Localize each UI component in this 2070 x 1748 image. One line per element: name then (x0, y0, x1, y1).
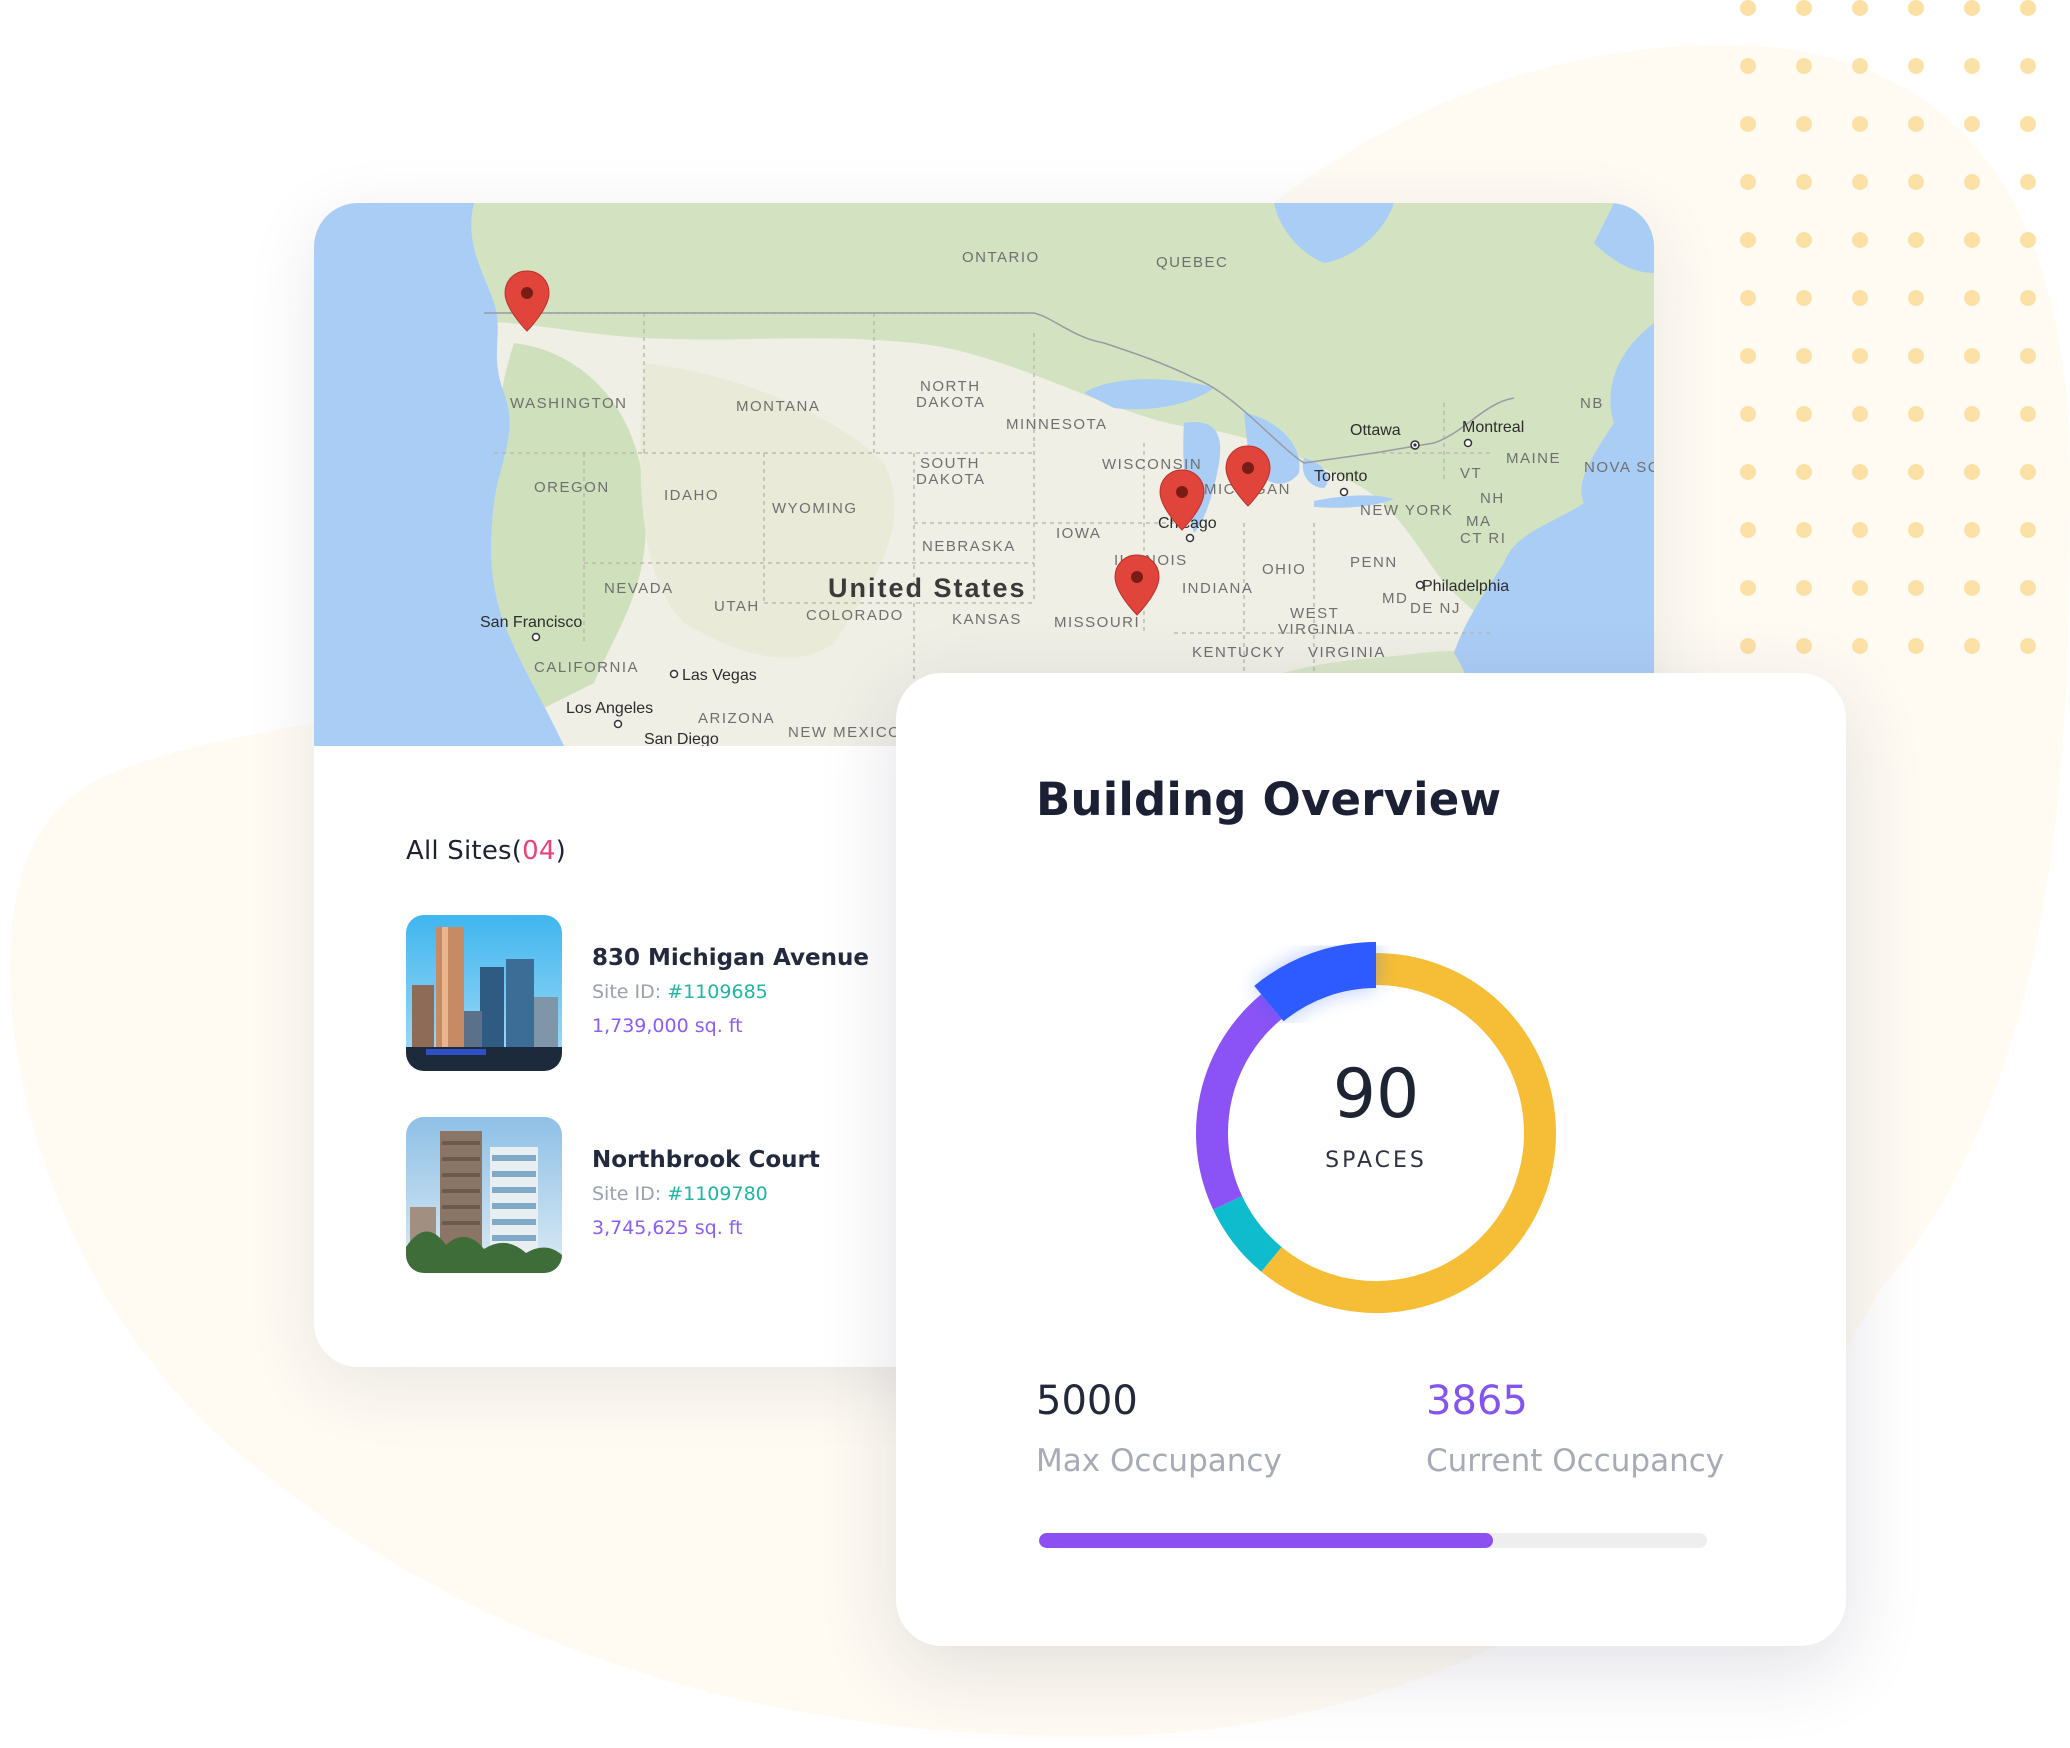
count-close-paren: ) (555, 836, 566, 866)
sites-count: 04 (522, 836, 556, 866)
map-label: WEST (1290, 605, 1339, 622)
occupancy-progress-bar (1039, 1533, 1707, 1548)
map-label: NB (1580, 395, 1604, 412)
map-city-label: San Diego (644, 731, 719, 746)
all-sites-label: All Sites (406, 836, 512, 866)
max-occupancy-value: 5000 (1036, 1378, 1138, 1424)
spaces-donut-chart: 90 SPACES (1166, 923, 1586, 1343)
map-label: DE NJ (1410, 600, 1461, 617)
map-label: IOWA (1056, 525, 1101, 542)
site-id-label: Site ID: (592, 981, 668, 1003)
current-occupancy-label: Current Occupancy (1426, 1443, 1725, 1479)
donut-center-value: 90 (1332, 1055, 1420, 1134)
map-label: VIRGINIA (1308, 644, 1386, 661)
map-label: MINNESOTA (1006, 416, 1108, 433)
site-id-value: #1109780 (667, 1183, 768, 1205)
map-label: NEBRASKA (922, 538, 1016, 555)
site-thumbnail-image (406, 1117, 562, 1273)
map-label: QUEBEC (1156, 254, 1228, 271)
map-label: ONTARIO (962, 249, 1040, 266)
current-occupancy-value: 3865 (1426, 1378, 1528, 1424)
sites-map[interactable]: ONTARIO QUEBEC WASHINGTON MONTANA NORTH … (314, 203, 1654, 746)
map-label: MD (1382, 590, 1408, 607)
site-name: 830 Michigan Avenue (592, 945, 869, 971)
map-label: IDAHO (664, 487, 719, 504)
all-sites-heading: All Sites(04) (406, 836, 566, 866)
map-label: WASHINGTON (510, 395, 628, 412)
map-city-label: Montreal (1462, 419, 1524, 436)
map-label: WYOMING (772, 500, 858, 517)
map-label: NORTH (920, 378, 981, 395)
map-country-label: United States (828, 573, 1027, 603)
map-label: SOUTH (920, 455, 980, 472)
site-id: Site ID: #1109780 (592, 1183, 768, 1205)
map-label: KANSAS (952, 611, 1022, 628)
dot-pattern (1740, 0, 2036, 654)
map-city-label: Ottawa (1350, 422, 1401, 439)
map-city-label: Toronto (1314, 468, 1367, 485)
donut-segment (1213, 1195, 1282, 1272)
map-label: NEW YORK (1360, 502, 1453, 519)
map-canvas[interactable]: ONTARIO QUEBEC WASHINGTON MONTANA NORTH … (314, 203, 1654, 746)
site-list-item[interactable]: Northbrook Court Site ID: #1109780 3,745… (406, 1117, 926, 1273)
occupancy-progress-fill (1039, 1533, 1494, 1548)
donut-center-label: SPACES (1325, 1148, 1427, 1173)
map-label: MISSOURI (1054, 614, 1140, 631)
map-city-label: Las Vegas (682, 667, 757, 684)
map-label: NH (1480, 490, 1505, 507)
map-label: OHIO (1262, 561, 1306, 578)
map-label: MA (1466, 513, 1492, 530)
map-label: MAINE (1506, 450, 1561, 467)
site-area: 3,745,625 sq. ft (592, 1217, 743, 1239)
site-name: Northbrook Court (592, 1147, 820, 1173)
map-city-label: Philadelphia (1422, 578, 1509, 595)
map-label: VT (1460, 465, 1482, 482)
map-label: VIRGINIA (1278, 621, 1356, 638)
map-label: KENTUCKY (1192, 644, 1286, 661)
count-open-paren: ( (511, 836, 523, 866)
map-label: INDIANA (1182, 580, 1253, 597)
donut-segment (1254, 942, 1377, 1022)
map-label: CT RI (1460, 530, 1506, 547)
map-label: MONTANA (736, 398, 820, 415)
map-city-label: San Francisco (480, 614, 582, 631)
map-label: NEW MEXICO (788, 724, 901, 741)
site-list-item[interactable]: 830 Michigan Avenue Site ID: #1109685 1,… (406, 915, 926, 1071)
site-area: 1,739,000 sq. ft (592, 1015, 743, 1037)
map-label: ARIZONA (698, 710, 775, 727)
map-label: COLORADO (806, 607, 904, 624)
site-id-value: #1109685 (667, 981, 768, 1003)
site-thumbnail-image (406, 915, 562, 1071)
map-label: DAKOTA (916, 394, 986, 411)
map-label: PENN (1350, 554, 1398, 571)
map-label: UTAH (714, 598, 760, 615)
site-id: Site ID: #1109685 (592, 981, 768, 1003)
map-label: OREGON (534, 479, 610, 496)
max-occupancy-label: Max Occupancy (1036, 1443, 1282, 1479)
map-label: DAKOTA (916, 471, 986, 488)
map-label: CALIFORNIA (534, 659, 639, 676)
map-label: NOVA SC (1584, 459, 1654, 476)
map-label: NEVADA (604, 580, 674, 597)
building-overview-title: Building Overview (1036, 773, 1502, 826)
site-id-label: Site ID: (592, 1183, 668, 1205)
map-city-label: Los Angeles (566, 700, 653, 717)
building-overview-card: Building Overview 90 SPACES 5000 Max Occ… (896, 673, 1846, 1646)
